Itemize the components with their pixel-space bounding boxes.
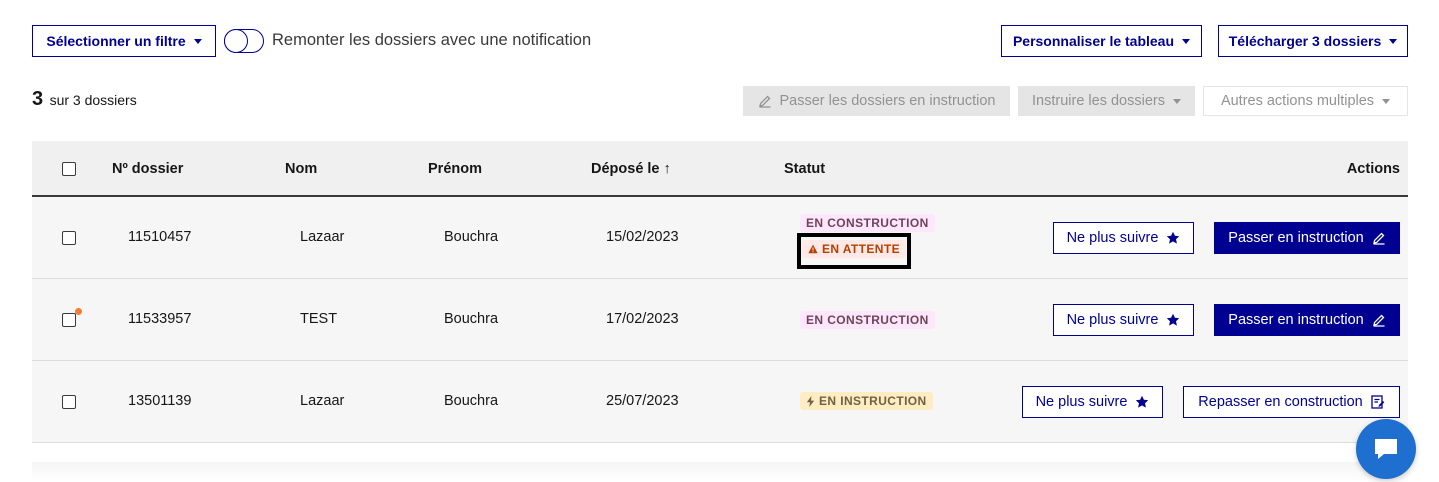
- filter-dropdown-button[interactable]: Sélectionner un filtre: [32, 25, 216, 57]
- row-number[interactable]: 11533957: [128, 311, 191, 327]
- unfollow-button[interactable]: Ne plus suivre: [1053, 304, 1194, 336]
- bulk-instruct-button[interactable]: Instruire les dossiers: [1018, 86, 1195, 116]
- download-label: Télécharger 3 dossiers: [1228, 33, 1382, 49]
- notification-dot: [75, 308, 82, 315]
- header-prenom[interactable]: Prénom: [428, 161, 482, 177]
- bulk-pass-instruction-button[interactable]: Passer les dossiers en instruction: [743, 86, 1010, 116]
- status-badge-label: EN CONSTRUCTION: [806, 313, 929, 327]
- caret-down-icon: [1389, 39, 1398, 44]
- row-nom[interactable]: TEST: [300, 311, 337, 327]
- status-badge: EN INSTRUCTION: [800, 392, 933, 410]
- status-badge-label: EN CONSTRUCTION: [806, 216, 929, 230]
- notification-toggle[interactable]: [224, 29, 264, 53]
- header-statut[interactable]: Statut: [784, 161, 825, 177]
- dossier-count-text: sur 3 dossiers: [49, 92, 137, 108]
- status-badge: EN CONSTRUCTION: [800, 311, 935, 329]
- row-prenom[interactable]: Bouchra: [444, 311, 498, 327]
- select-all-checkbox[interactable]: [62, 162, 76, 176]
- waiting-badge: EN ATTENTE: [802, 240, 906, 258]
- bulk-other-label: Autres actions multiples: [1220, 93, 1375, 109]
- unfollow-label: Ne plus suivre: [1035, 394, 1128, 410]
- row-checkbox[interactable]: [62, 231, 76, 245]
- row-checkbox[interactable]: [62, 313, 76, 327]
- star-icon: [1167, 313, 1180, 326]
- table-header: Nº dossier Nom Prénom Déposé le ↑ Statut…: [32, 141, 1408, 197]
- back-to-construction-button[interactable]: Repasser en construction: [1183, 386, 1400, 418]
- table-footer-shadow: [32, 462, 1408, 482]
- row-number[interactable]: 13501139: [128, 393, 191, 409]
- dossier-count-number: 3: [32, 88, 44, 110]
- caret-down-icon: [1172, 99, 1181, 104]
- warning-icon: [808, 244, 818, 254]
- table-row: 13501139 Lazaar Bouchra 25/07/2023 EN IN…: [32, 361, 1408, 443]
- chat-icon: [1375, 439, 1397, 459]
- row-date[interactable]: 17/02/2023: [606, 311, 679, 327]
- pass-instruction-label: Passer en instruction: [1228, 312, 1364, 328]
- bulk-instruct-label: Instruire les dossiers: [1032, 93, 1165, 109]
- pencil-icon: [758, 95, 770, 108]
- filter-dropdown-label: Sélectionner un filtre: [46, 33, 186, 49]
- caret-down-icon: [1182, 39, 1191, 44]
- customize-table-button[interactable]: Personnaliser le tableau: [1001, 25, 1202, 57]
- unfollow-label: Ne plus suivre: [1066, 230, 1159, 246]
- dossier-count: 3 sur 3 dossiers: [32, 88, 137, 111]
- pass-instruction-button[interactable]: Passer en instruction: [1214, 222, 1400, 254]
- unfollow-button[interactable]: Ne plus suivre: [1053, 222, 1194, 254]
- caret-down-icon: [193, 39, 202, 44]
- header-actions: Actions: [1346, 161, 1400, 177]
- bulk-pass-instruction-label: Passer les dossiers en instruction: [779, 93, 996, 109]
- dossiers-table: Nº dossier Nom Prénom Déposé le ↑ Statut…: [32, 141, 1408, 443]
- status-badge: EN CONSTRUCTION: [800, 214, 935, 232]
- table-row: 11533957 TEST Bouchra 17/02/2023 EN CONS…: [32, 279, 1408, 361]
- chat-widget-button[interactable]: [1356, 419, 1416, 479]
- row-date[interactable]: 15/02/2023: [606, 229, 679, 245]
- header-depose[interactable]: Déposé le ↑: [591, 161, 671, 177]
- status-badge-label: EN INSTRUCTION: [819, 394, 927, 408]
- row-nom[interactable]: Lazaar: [300, 393, 344, 409]
- customize-table-label: Personnaliser le tableau: [1012, 33, 1175, 49]
- pencil-icon: [1372, 314, 1385, 327]
- header-nom[interactable]: Nom: [285, 161, 317, 177]
- row-checkbox[interactable]: [62, 395, 76, 409]
- unfollow-button[interactable]: Ne plus suivre: [1022, 386, 1163, 418]
- pass-instruction-label: Passer en instruction: [1228, 230, 1364, 246]
- table-row: 11510457 Lazaar Bouchra 15/02/2023 EN CO…: [32, 197, 1408, 279]
- bulk-other-button[interactable]: Autres actions multiples: [1203, 86, 1408, 116]
- notification-toggle-label: Remonter les dossiers avec une notificat…: [272, 31, 592, 49]
- caret-down-icon: [1382, 99, 1391, 104]
- header-number[interactable]: Nº dossier: [112, 161, 183, 177]
- edit-note-icon: [1371, 395, 1385, 409]
- row-number[interactable]: 11510457: [128, 229, 191, 245]
- pencil-icon: [1372, 232, 1385, 245]
- unfollow-label: Ne plus suivre: [1066, 312, 1159, 328]
- row-prenom[interactable]: Bouchra: [444, 229, 498, 245]
- star-icon: [1167, 231, 1180, 244]
- row-prenom[interactable]: Bouchra: [444, 393, 498, 409]
- pass-instruction-button[interactable]: Passer en instruction: [1214, 304, 1400, 336]
- row-nom[interactable]: Lazaar: [300, 229, 344, 245]
- star-icon: [1136, 395, 1149, 408]
- waiting-badge-label: EN ATTENTE: [822, 242, 900, 256]
- row-date[interactable]: 25/07/2023: [606, 393, 679, 409]
- toggle-knob: [224, 29, 248, 53]
- lightning-icon: [806, 395, 815, 407]
- download-button[interactable]: Télécharger 3 dossiers: [1218, 25, 1408, 57]
- back-to-construction-label: Repasser en construction: [1198, 394, 1363, 410]
